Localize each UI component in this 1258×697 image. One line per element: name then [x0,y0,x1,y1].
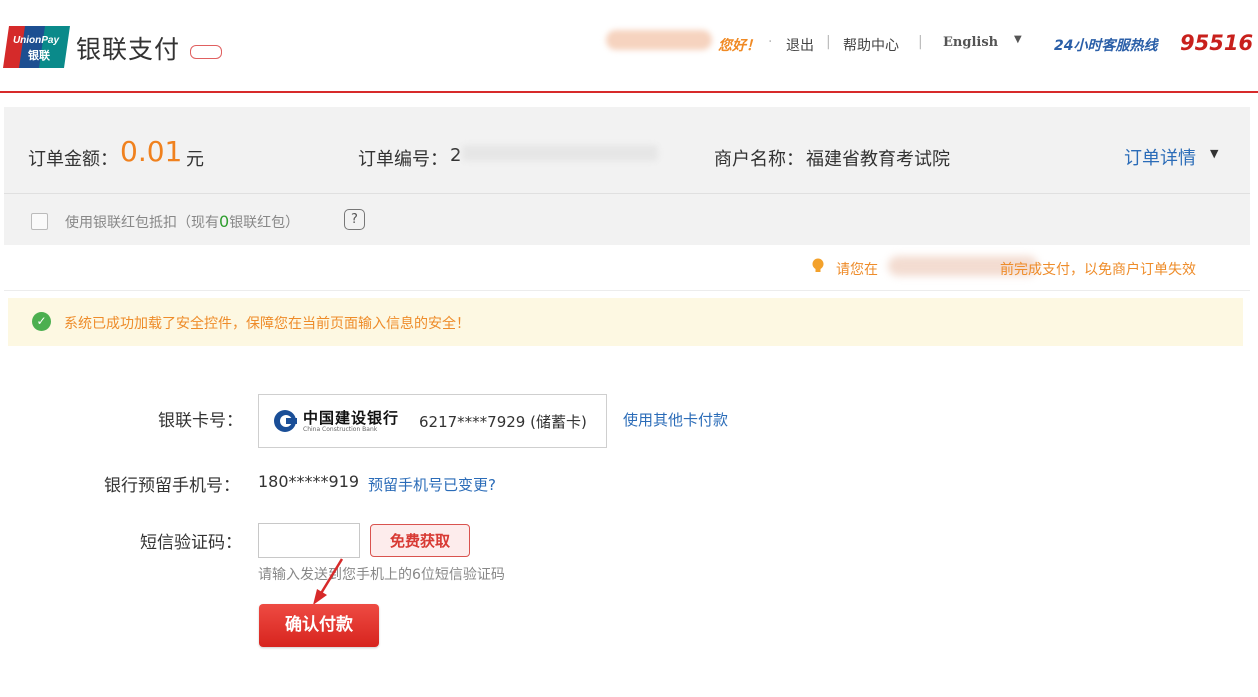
confirm-payment-button[interactable]: 确认付款 [259,604,379,647]
merchant-label: 商户名称： [714,149,804,170]
reserved-phone-value: 180*****919 [258,472,360,491]
language-selector[interactable]: English [943,35,998,50]
help-center-link[interactable]: 帮助中心 [843,35,899,55]
help-question-icon[interactable]: ? [344,209,365,230]
red-packet-row: 使用银联红包抵扣（现有0银联红包） ? [4,194,1250,245]
masked-card-number: 6217****7929 (储蓄卡) [419,413,587,431]
top-header: UnionPay 银联 银联支付 您好！ · 退出 | 帮助中心 | Engli… [0,0,1258,92]
merchant-name: 福建省教育考试院 [806,149,950,170]
order-details-link[interactable]: 订单详情 [1124,144,1196,170]
bank-name: 中国建设银行 [303,409,400,427]
order-amount-label: 订单金额： [28,149,118,170]
logout-link[interactable]: 退出 [786,35,814,55]
chevron-down-icon[interactable]: ▼ [1014,34,1022,45]
header-divider [0,91,1258,93]
order-number-label: 订单编号： [358,149,448,170]
header-separator: | [826,34,831,50]
order-summary-panel: 订单金额： 0.01 元 订单编号： 2 商户名称： 福建省教育考试院 订单详情… [4,107,1250,245]
phone-changed-link[interactable]: 预留手机号已变更? [368,474,496,495]
chevron-down-icon[interactable]: ▼ [1210,147,1218,160]
blurred-username [606,30,712,50]
hotline-number: 95516 [1180,31,1254,55]
header-separator: · [768,34,773,50]
bank-name-en: China Construction Bank [303,426,378,433]
bank-card-display[interactable]: 中国建设银行 China Construction Bank 6217****7… [258,394,607,448]
brand-title: 银联支付 [76,35,181,64]
brand-badge [190,45,222,59]
lightbulb-icon [812,258,824,272]
security-notice-text: 系统已成功加载了安全控件，保障您在当前页面输入信息的安全！ [64,316,470,332]
sms-code-hint: 请输入发送到您手机上的6位短信验证码 [258,567,505,583]
payment-deadline-tip-end: 前完成支付，以免商户订单失效 [1000,262,1196,278]
unionpay-logo: UnionPay 银联 [3,26,70,68]
use-other-card-link[interactable]: 使用其他卡付款 [623,409,728,430]
reserved-phone-label: 银行预留手机号： [104,476,240,496]
get-sms-code-button[interactable]: 免费获取 [370,524,470,557]
greeting-text: 您好！ [718,38,760,54]
order-info-row: 订单金额： 0.01 元 订单编号： 2 商户名称： 福建省教育考试院 订单详情… [4,107,1250,194]
order-number-value: 2 [450,145,462,166]
ccb-bank-icon [274,410,297,432]
security-notice: ✓ 系统已成功加载了安全控件，保障您在当前页面输入信息的安全！ [8,298,1243,346]
order-amount-unit: 元 [186,149,204,170]
red-arrow-annotation [313,558,344,605]
sms-code-label: 短信验证码： [140,533,242,553]
order-amount-value: 0.01 [120,135,183,168]
red-packet-label: 使用银联红包抵扣（现有0银联红包） [65,212,300,231]
hotline-label: 24小时客服热线 [1054,38,1158,54]
svg-text:银联: 银联 [28,48,50,62]
header-separator: | [918,34,923,50]
blurred-order-number [462,145,658,161]
check-circle-icon: ✓ [32,312,51,331]
red-packet-count: 0 [219,212,230,231]
payment-deadline-tip: 请您在 [836,262,878,278]
sms-code-input[interactable] [258,523,360,558]
card-number-label: 银联卡号： [158,411,243,431]
red-packet-checkbox[interactable] [31,213,48,230]
svg-text:UnionPay: UnionPay [13,35,60,46]
